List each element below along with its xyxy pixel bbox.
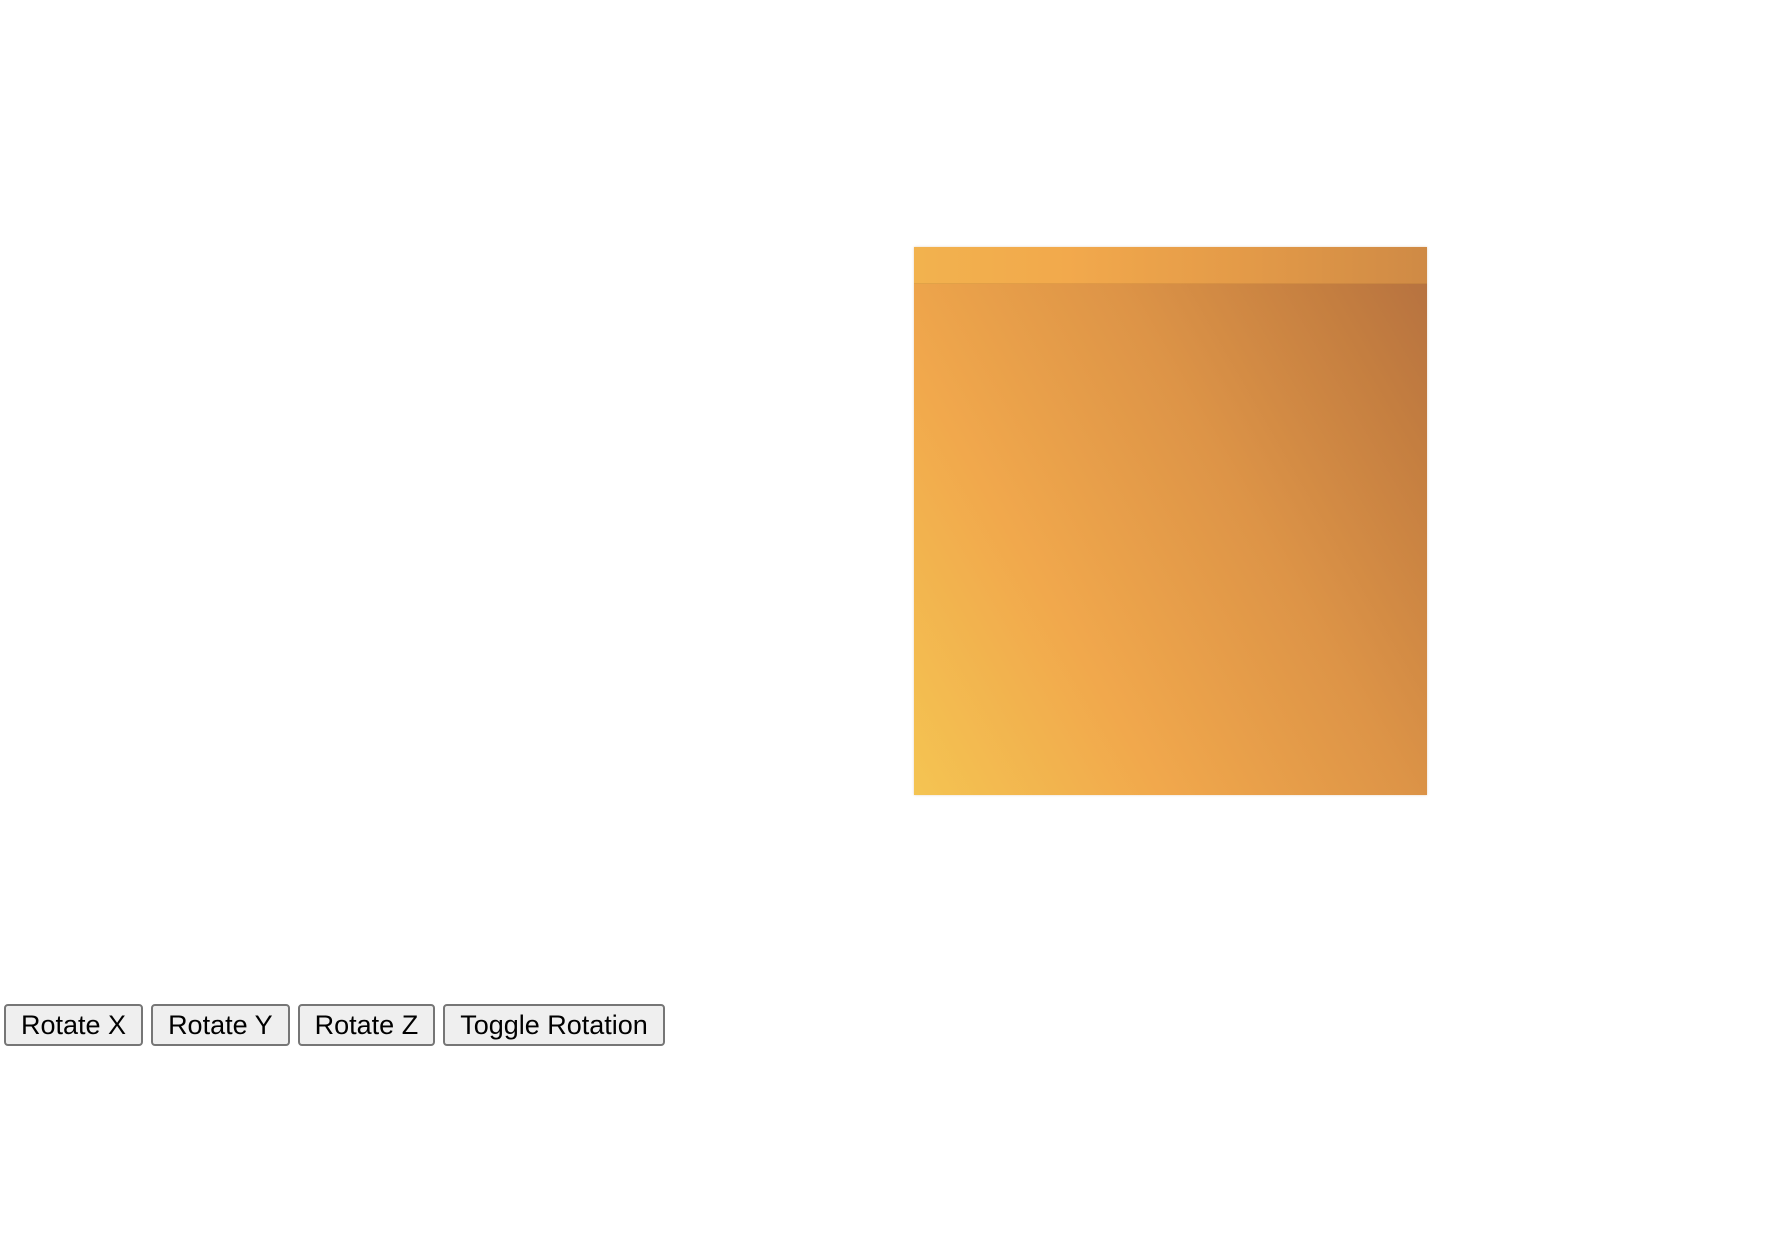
toggle-rotation-button[interactable]: Toggle Rotation (443, 1004, 665, 1046)
cube-top-face (914, 247, 1427, 284)
cube (914, 247, 1427, 795)
rotate-y-button[interactable]: Rotate Y (151, 1004, 290, 1046)
rotate-x-button[interactable]: Rotate X (4, 1004, 144, 1046)
scene: Rotate X Rotate Y Rotate Z Toggle Rotati… (0, 0, 1784, 1254)
rotate-z-button[interactable]: Rotate Z (297, 1004, 436, 1046)
controls-bar: Rotate X Rotate Y Rotate Z Toggle Rotati… (4, 1004, 665, 1046)
